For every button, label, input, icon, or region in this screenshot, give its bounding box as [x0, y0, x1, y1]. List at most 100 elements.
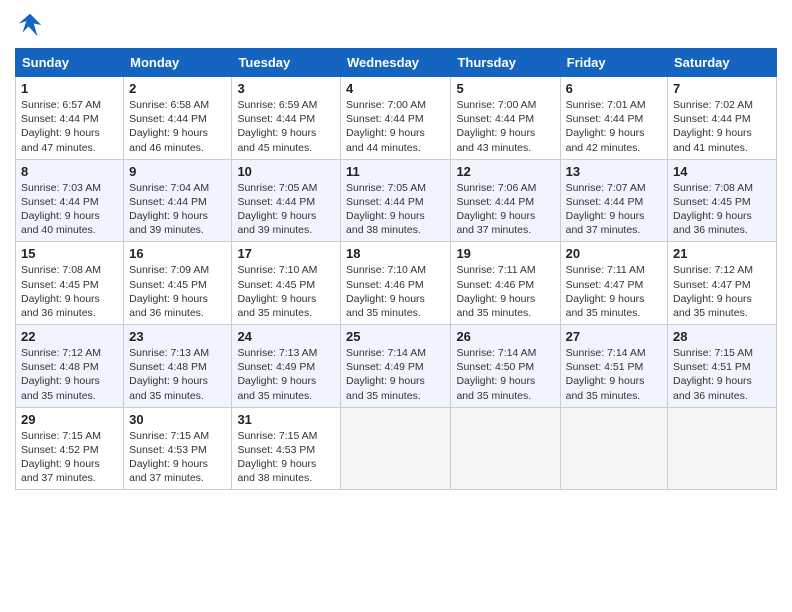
day-info: Sunrise: 7:07 AMSunset: 4:44 PMDaylight:… [566, 181, 662, 238]
day-number: 9 [129, 164, 226, 179]
calendar-week-2: 8Sunrise: 7:03 AMSunset: 4:44 PMDaylight… [16, 159, 777, 242]
header [15, 10, 777, 40]
day-info: Sunrise: 7:08 AMSunset: 4:45 PMDaylight:… [21, 263, 118, 320]
day-info: Sunrise: 7:13 AMSunset: 4:48 PMDaylight:… [129, 346, 226, 403]
day-number: 31 [237, 412, 335, 427]
calendar-cell: 22 Sunrise: 7:12 AMSunset: 4:48 PMDayligh… [16, 325, 124, 408]
day-info: Sunrise: 7:15 AMSunset: 4:53 PMDaylight:… [237, 429, 335, 486]
day-info: Sunrise: 7:13 AMSunset: 4:49 PMDaylight:… [237, 346, 335, 403]
day-number: 23 [129, 329, 226, 344]
weekday-header-sunday: Sunday [16, 49, 124, 77]
calendar-cell [341, 407, 451, 490]
day-info: Sunrise: 7:08 AMSunset: 4:45 PMDaylight:… [673, 181, 771, 238]
day-info: Sunrise: 7:05 AMSunset: 4:44 PMDaylight:… [346, 181, 445, 238]
day-number: 16 [129, 246, 226, 261]
calendar-cell: 9 Sunrise: 7:04 AMSunset: 4:44 PMDaylight… [124, 159, 232, 242]
calendar-cell: 8Sunrise: 7:03 AMSunset: 4:44 PMDaylight… [16, 159, 124, 242]
page-container: SundayMondayTuesdayWednesdayThursdayFrid… [0, 0, 792, 612]
day-info: Sunrise: 7:11 AMSunset: 4:47 PMDaylight:… [566, 263, 662, 320]
day-number: 24 [237, 329, 335, 344]
day-number: 25 [346, 329, 445, 344]
calendar-cell: 16 Sunrise: 7:09 AMSunset: 4:45 PMDayligh… [124, 242, 232, 325]
day-info: Sunrise: 7:12 AMSunset: 4:47 PMDaylight:… [673, 263, 771, 320]
calendar-cell: 23 Sunrise: 7:13 AMSunset: 4:48 PMDayligh… [124, 325, 232, 408]
day-info: Sunrise: 7:00 AMSunset: 4:44 PMDaylight:… [346, 98, 445, 155]
day-number: 4 [346, 81, 445, 96]
calendar-cell: 18 Sunrise: 7:10 AMSunset: 4:46 PMDayligh… [341, 242, 451, 325]
day-number: 22 [21, 329, 118, 344]
calendar-cell: 24 Sunrise: 7:13 AMSunset: 4:49 PMDayligh… [232, 325, 341, 408]
day-number: 2 [129, 81, 226, 96]
calendar-cell: 28Sunrise: 7:15 AMSunset: 4:51 PMDayligh… [668, 325, 777, 408]
calendar-week-3: 15Sunrise: 7:08 AMSunset: 4:45 PMDayligh… [16, 242, 777, 325]
day-info: Sunrise: 7:15 AMSunset: 4:51 PMDaylight:… [673, 346, 771, 403]
day-number: 5 [456, 81, 554, 96]
calendar-header-row: SundayMondayTuesdayWednesdayThursdayFrid… [16, 49, 777, 77]
day-number: 7 [673, 81, 771, 96]
day-number: 14 [673, 164, 771, 179]
calendar-cell: 27 Sunrise: 7:14 AMSunset: 4:51 PMDayligh… [560, 325, 667, 408]
day-number: 30 [129, 412, 226, 427]
day-info: Sunrise: 7:00 AMSunset: 4:44 PMDaylight:… [456, 98, 554, 155]
calendar-cell: 29 Sunrise: 7:15 AMSunset: 4:52 PMDayligh… [16, 407, 124, 490]
calendar-week-5: 29 Sunrise: 7:15 AMSunset: 4:52 PMDayligh… [16, 407, 777, 490]
calendar-cell [451, 407, 560, 490]
weekday-header-monday: Monday [124, 49, 232, 77]
calendar-week-1: 1Sunrise: 6:57 AMSunset: 4:44 PMDaylight… [16, 77, 777, 160]
calendar-cell: 11 Sunrise: 7:05 AMSunset: 4:44 PMDayligh… [341, 159, 451, 242]
day-number: 26 [456, 329, 554, 344]
calendar-cell: 30 Sunrise: 7:15 AMSunset: 4:53 PMDayligh… [124, 407, 232, 490]
day-info: Sunrise: 7:04 AMSunset: 4:44 PMDaylight:… [129, 181, 226, 238]
day-number: 29 [21, 412, 118, 427]
calendar-cell: 7 Sunrise: 7:02 AMSunset: 4:44 PMDaylight… [668, 77, 777, 160]
calendar-cell: 1Sunrise: 6:57 AMSunset: 4:44 PMDaylight… [16, 77, 124, 160]
calendar-cell: 26 Sunrise: 7:14 AMSunset: 4:50 PMDayligh… [451, 325, 560, 408]
day-info: Sunrise: 7:01 AMSunset: 4:44 PMDaylight:… [566, 98, 662, 155]
calendar-cell: 14 Sunrise: 7:08 AMSunset: 4:45 PMDayligh… [668, 159, 777, 242]
day-info: Sunrise: 6:59 AMSunset: 4:44 PMDaylight:… [237, 98, 335, 155]
day-info: Sunrise: 7:09 AMSunset: 4:45 PMDaylight:… [129, 263, 226, 320]
calendar-cell: 31 Sunrise: 7:15 AMSunset: 4:53 PMDayligh… [232, 407, 341, 490]
day-number: 10 [237, 164, 335, 179]
day-number: 21 [673, 246, 771, 261]
day-number: 19 [456, 246, 554, 261]
calendar-cell: 10 Sunrise: 7:05 AMSunset: 4:44 PMDayligh… [232, 159, 341, 242]
calendar-cell: 21 Sunrise: 7:12 AMSunset: 4:47 PMDayligh… [668, 242, 777, 325]
calendar-cell: 4 Sunrise: 7:00 AMSunset: 4:44 PMDaylight… [341, 77, 451, 160]
calendar-cell: 25 Sunrise: 7:14 AMSunset: 4:49 PMDayligh… [341, 325, 451, 408]
day-info: Sunrise: 7:02 AMSunset: 4:44 PMDaylight:… [673, 98, 771, 155]
day-number: 18 [346, 246, 445, 261]
day-info: Sunrise: 7:15 AMSunset: 4:53 PMDaylight:… [129, 429, 226, 486]
day-info: Sunrise: 7:10 AMSunset: 4:45 PMDaylight:… [237, 263, 335, 320]
calendar-cell [668, 407, 777, 490]
calendar-table: SundayMondayTuesdayWednesdayThursdayFrid… [15, 48, 777, 490]
day-info: Sunrise: 7:10 AMSunset: 4:46 PMDaylight:… [346, 263, 445, 320]
day-number: 8 [21, 164, 118, 179]
calendar-cell: 15Sunrise: 7:08 AMSunset: 4:45 PMDayligh… [16, 242, 124, 325]
day-info: Sunrise: 7:12 AMSunset: 4:48 PMDaylight:… [21, 346, 118, 403]
weekday-header-saturday: Saturday [668, 49, 777, 77]
day-number: 6 [566, 81, 662, 96]
day-number: 13 [566, 164, 662, 179]
calendar-cell: 3Sunrise: 6:59 AMSunset: 4:44 PMDaylight… [232, 77, 341, 160]
calendar-cell: 20Sunrise: 7:11 AMSunset: 4:47 PMDayligh… [560, 242, 667, 325]
calendar-cell: 13 Sunrise: 7:07 AMSunset: 4:44 PMDayligh… [560, 159, 667, 242]
day-info: Sunrise: 7:14 AMSunset: 4:51 PMDaylight:… [566, 346, 662, 403]
day-info: Sunrise: 6:57 AMSunset: 4:44 PMDaylight:… [21, 98, 118, 155]
weekday-header-tuesday: Tuesday [232, 49, 341, 77]
calendar-cell [560, 407, 667, 490]
day-number: 17 [237, 246, 335, 261]
day-info: Sunrise: 7:05 AMSunset: 4:44 PMDaylight:… [237, 181, 335, 238]
logo-bird-icon [15, 10, 45, 40]
day-info: Sunrise: 7:14 AMSunset: 4:50 PMDaylight:… [456, 346, 554, 403]
day-number: 12 [456, 164, 554, 179]
logo [15, 10, 49, 40]
day-number: 11 [346, 164, 445, 179]
weekday-header-wednesday: Wednesday [341, 49, 451, 77]
weekday-header-thursday: Thursday [451, 49, 560, 77]
day-number: 27 [566, 329, 662, 344]
calendar-cell: 17 Sunrise: 7:10 AMSunset: 4:45 PMDayligh… [232, 242, 341, 325]
day-info: Sunrise: 7:15 AMSunset: 4:52 PMDaylight:… [21, 429, 118, 486]
day-info: Sunrise: 7:14 AMSunset: 4:49 PMDaylight:… [346, 346, 445, 403]
calendar-cell: 12Sunrise: 7:06 AMSunset: 4:44 PMDayligh… [451, 159, 560, 242]
